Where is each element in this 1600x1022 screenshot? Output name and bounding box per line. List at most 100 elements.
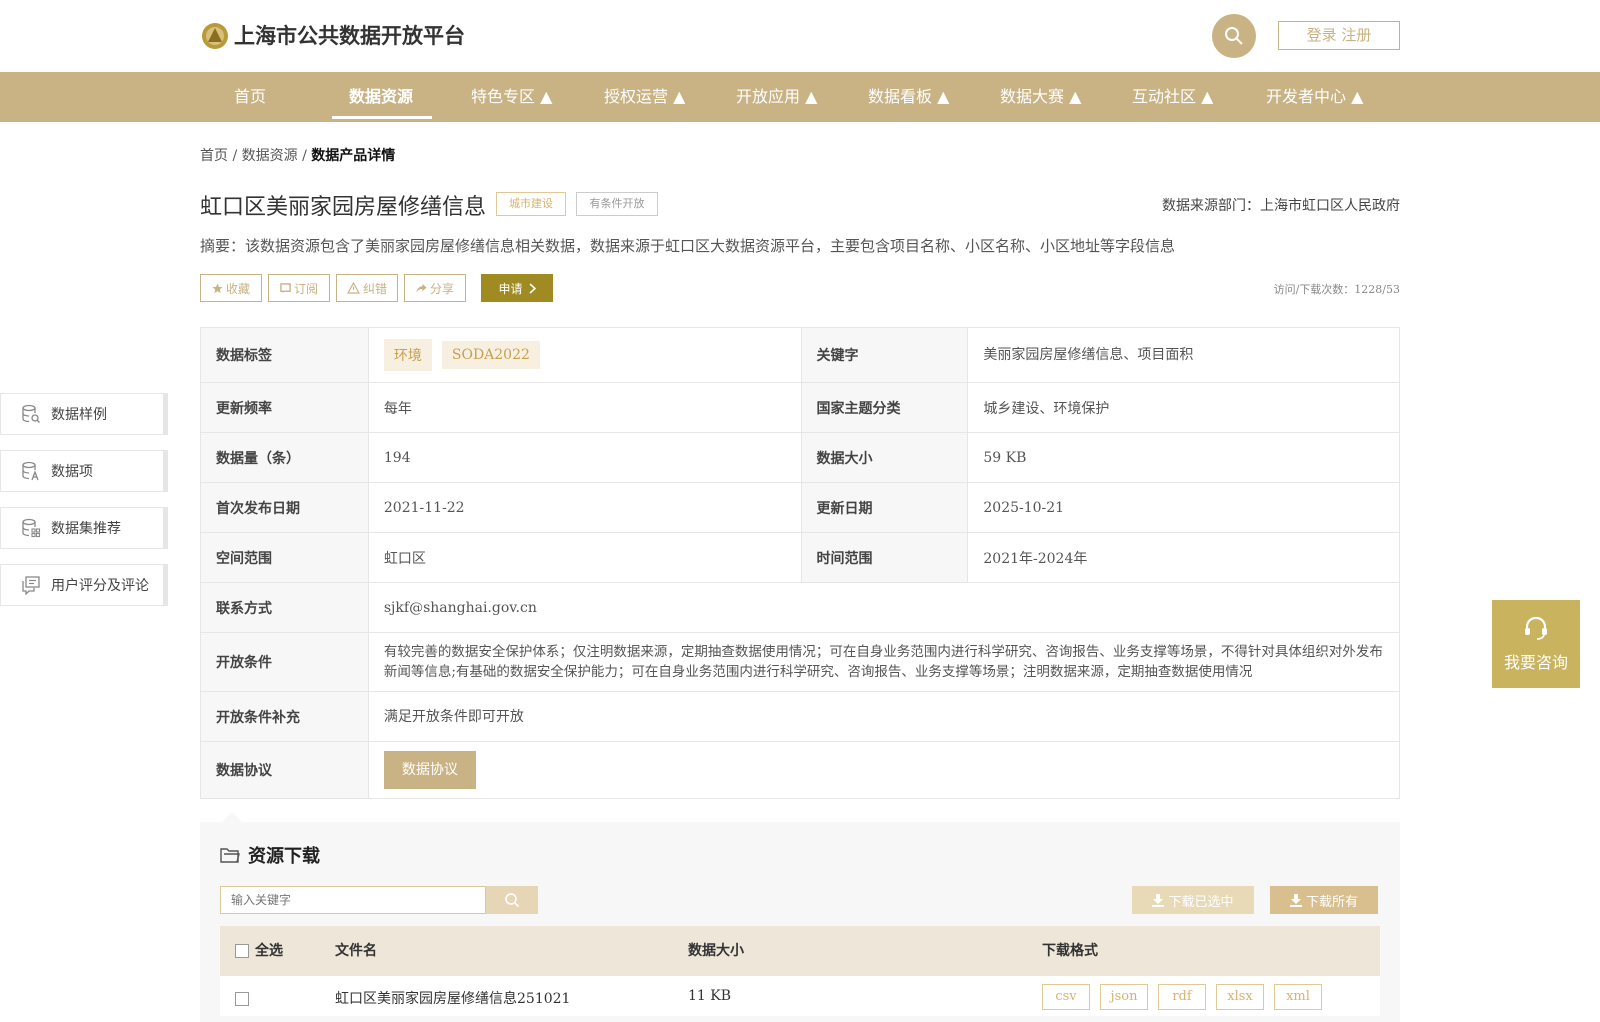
nav-open-apps[interactable]: 开放应用 ▲ (736, 72, 817, 122)
label-contact: 联系方式 (201, 583, 369, 632)
search-button[interactable] (1212, 14, 1256, 58)
format-csv-button[interactable]: csv (1042, 984, 1090, 1010)
file-name[interactable]: 虹口区美丽家园房屋修缮信息251021 (335, 988, 570, 1008)
breadcrumb-separator: / (302, 148, 307, 164)
format-rdf-button[interactable]: rdf (1158, 984, 1206, 1010)
resource-search-input[interactable] (220, 886, 486, 914)
data-tag-chip[interactable]: 环境 (383, 339, 432, 371)
consult-button[interactable]: 我要咨询 (1492, 600, 1580, 688)
label-tags: 数据标签 (201, 328, 369, 382)
side-menu-label: 数据样例 (51, 407, 107, 423)
nav-authorized-ops[interactable]: 授权运营 ▲ (604, 72, 685, 122)
download-selected-button[interactable]: 下载已选中 (1132, 886, 1254, 914)
value-space: 虹口区 (369, 533, 802, 582)
label-frequency: 更新频率 (201, 383, 369, 432)
value-condition-extra: 满足开放条件即可开放 (369, 692, 1400, 741)
report-error-label: 纠错 (362, 281, 387, 296)
label-first-publish: 首次发布日期 (201, 483, 369, 532)
table-row: 更新频率 每年 国家主题分类 城乡建设、环境保护 (201, 383, 1400, 433)
database-grid-icon (22, 518, 41, 538)
star-icon (212, 282, 223, 293)
value-first-publish: 2021-11-22 (369, 483, 802, 532)
side-menu-ratings-comments[interactable]: 用户评分及评论 (0, 564, 168, 606)
label-update-date: 更新日期 (801, 483, 969, 532)
label-open-condition: 开放条件 (201, 633, 369, 691)
main-nav: 首页 数据资源 特色专区 ▲ 授权运营 ▲ 开放应用 ▲ 数据看板 ▲ 数据大赛… (0, 72, 1600, 122)
table-row: 虹口区美丽家园房屋修缮信息251021 11 KB csv json rdf x… (220, 976, 1380, 1016)
top-header: 上海市公共数据开放平台 登录 注册 (0, 0, 1600, 72)
value-time-range: 2021年-2024年 (968, 533, 1400, 582)
download-all-button[interactable]: 下载所有 (1270, 886, 1378, 914)
nav-special-zones[interactable]: 特色专区 ▲ (471, 72, 552, 122)
resource-title-text: 资源下载 (248, 846, 320, 867)
database-search-icon (22, 404, 40, 423)
favorite-label: 收藏 (225, 281, 250, 296)
format-json-button[interactable]: json (1100, 984, 1148, 1010)
login-register-button[interactable]: 登录 注册 (1278, 21, 1400, 50)
category-tag: 城市建设 (496, 192, 566, 216)
nav-community[interactable]: 互动社区 ▲ (1132, 72, 1213, 122)
side-menu-dataset-recommend[interactable]: 数据集推荐 (0, 507, 168, 549)
value-size: 59 KB (968, 433, 1400, 482)
label-size: 数据大小 (801, 433, 969, 482)
column-size: 数据大小 (688, 943, 744, 959)
value-contact[interactable]: sjkf@shanghai.gov.cn (369, 583, 1400, 632)
format-xml-button[interactable]: xml (1274, 984, 1322, 1010)
consult-label: 我要咨询 (1503, 653, 1568, 672)
value-protocol: 数据协议 (369, 742, 1400, 798)
page-title: 虹口区美丽家园房屋修缮信息 (200, 195, 487, 220)
visit-download-count: 访问/下载次数：1228/53 (1273, 283, 1400, 296)
side-menu-data-sample[interactable]: 数据样例 (0, 393, 168, 435)
breadcrumb-home[interactable]: 首页 (200, 148, 228, 164)
column-formats: 下载格式 (1042, 943, 1098, 959)
data-protocol-button[interactable]: 数据协议 (383, 751, 476, 789)
label-keywords: 关键字 (801, 328, 969, 382)
label-condition-extra: 开放条件补充 (201, 692, 369, 741)
breadcrumb-resources[interactable]: 数据资源 (242, 148, 298, 164)
share-icon (416, 283, 427, 293)
report-error-button[interactable]: 纠错 (336, 274, 398, 302)
value-open-condition: 有较完善的数据安全保护体系；仅注明数据来源，定期抽查数据使用情况；可在自身业务范… (369, 633, 1400, 691)
select-all-checkbox[interactable] (235, 944, 249, 958)
label-count: 数据量（条） (201, 433, 369, 482)
table-row: 开放条件 有较完善的数据安全保护体系；仅注明数据来源，定期抽查数据使用情况；可在… (201, 633, 1400, 692)
value-theme: 城乡建设、环境保护 (968, 383, 1400, 432)
table-row: 联系方式 sjkf@shanghai.gov.cn (201, 583, 1400, 633)
share-button[interactable]: 分享 (404, 274, 466, 302)
download-icon (1152, 893, 1165, 907)
apply-label: 申请 (498, 281, 523, 296)
comment-icon (22, 576, 40, 595)
metadata-table: 数据标签 环境 SODA2022 关键字 美丽家园房屋修缮信息、项目面积 更新频… (200, 327, 1400, 799)
column-filename: 文件名 (335, 943, 377, 959)
side-menu-data-items[interactable]: 数据项 (0, 450, 168, 492)
bookmark-icon (280, 282, 291, 293)
format-xlsx-button[interactable]: xlsx (1216, 984, 1264, 1010)
label-space: 空间范围 (201, 533, 369, 582)
nav-data-contest[interactable]: 数据大赛 ▲ (1000, 72, 1081, 122)
favorite-button[interactable]: 收藏 (200, 274, 262, 302)
value-frequency: 每年 (369, 383, 802, 432)
nav-active-indicator (332, 116, 432, 119)
data-tag-chip[interactable]: SODA2022 (441, 341, 540, 369)
nav-data-resources[interactable]: 数据资源 (349, 72, 413, 122)
download-icon (1289, 893, 1302, 907)
row-checkbox[interactable] (235, 992, 249, 1006)
resource-search-button[interactable] (486, 886, 538, 914)
share-label: 分享 (429, 281, 454, 296)
site-logo[interactable]: 上海市公共数据开放平台 (200, 20, 465, 50)
table-row: 首次发布日期 2021-11-22 更新日期 2025-10-21 (201, 483, 1400, 533)
table-row: 开放条件补充 满足开放条件即可开放 (201, 692, 1400, 742)
chevron-right-icon (528, 282, 536, 294)
side-menu-label: 用户评分及评论 (51, 578, 149, 594)
nav-home[interactable]: 首页 (234, 72, 266, 122)
warning-icon (346, 282, 360, 294)
nav-developer-center[interactable]: 开发者中心 ▲ (1266, 72, 1363, 122)
select-all-header[interactable]: 全选 (235, 926, 283, 976)
label-theme: 国家主题分类 (801, 383, 969, 432)
section-pointer (222, 812, 242, 822)
value-count: 194 (369, 433, 802, 482)
subscribe-button[interactable]: 订阅 (268, 274, 330, 302)
search-icon (505, 893, 520, 908)
apply-button[interactable]: 申请 (481, 274, 553, 302)
nav-data-dashboard[interactable]: 数据看板 ▲ (868, 72, 949, 122)
